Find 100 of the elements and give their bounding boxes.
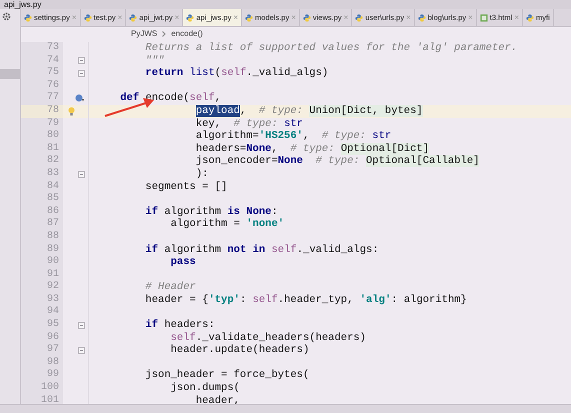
docstring: """	[145, 54, 164, 67]
settings-icon[interactable]	[2, 12, 11, 21]
code-text: headers=	[196, 142, 246, 155]
string-literal: 'HS256'	[258, 130, 303, 142]
code-text: ._validate_headers(headers)	[196, 332, 366, 344]
selected-text: payload	[196, 104, 240, 117]
line-number: 75	[21, 67, 63, 80]
comment: # Header	[145, 281, 196, 294]
code-text: :	[271, 206, 278, 218]
line-number: 98	[21, 356, 63, 370]
code-text: header,	[196, 394, 240, 407]
code-text: algorithm	[164, 244, 222, 256]
string-literal: 'none'	[246, 218, 284, 230]
code-text: encode(	[145, 92, 190, 104]
line-number: 85	[21, 193, 63, 206]
line-number: 92	[21, 281, 63, 294]
code-text: (	[214, 67, 222, 80]
fold-marker-icon[interactable]	[78, 70, 85, 77]
code-text: header.update(headers)	[170, 344, 310, 356]
code-text: :	[240, 294, 246, 306]
line-number: 94	[21, 306, 63, 320]
line-number: 96	[21, 332, 63, 344]
line-number: 78	[21, 104, 63, 118]
line-number: 81	[21, 142, 63, 156]
code-text: json.dumps(	[170, 382, 240, 394]
python-file-icon	[355, 14, 364, 22]
self-keyword: self	[221, 67, 246, 80]
breadcrumb-item[interactable]: PyJWS	[131, 29, 158, 38]
fold-marker-icon[interactable]	[78, 347, 85, 354]
python-file-icon	[84, 14, 92, 22]
line-number: 95	[21, 319, 63, 332]
line-number: 76	[21, 80, 63, 92]
line-number: 90	[21, 256, 63, 269]
code-text: .header_typ,	[278, 294, 354, 306]
code-text: ,	[240, 104, 246, 117]
keyword: None	[246, 142, 272, 155]
code-text: header = {	[145, 294, 208, 306]
keyword: if	[145, 206, 158, 218]
type-comment: # type:	[258, 104, 303, 117]
code-text: json_encoder=	[196, 155, 278, 168]
self-keyword: self	[252, 294, 278, 306]
html-file-icon	[480, 14, 488, 22]
self-keyword: self	[190, 92, 215, 104]
python-file-icon	[302, 14, 311, 22]
line-number: 73	[21, 42, 63, 55]
keyword: return	[145, 67, 184, 80]
line-number: 93	[21, 294, 63, 306]
chevron-icon	[162, 30, 166, 36]
builtin-name: str	[284, 118, 303, 130]
python-file-icon	[129, 14, 138, 22]
keyword: pass	[170, 256, 196, 268]
line-number: 99	[21, 369, 63, 382]
type-comment: # type:	[290, 142, 334, 155]
line-number: 89	[21, 244, 63, 256]
self-keyword: self	[170, 332, 196, 344]
line-number: 100	[21, 382, 63, 395]
code-text: algorithm=	[196, 130, 259, 142]
line-number: 84	[21, 180, 63, 194]
python-file-icon	[186, 14, 194, 22]
line-number: 86	[21, 206, 63, 218]
line-number: 97	[21, 344, 63, 357]
code-text: ):	[196, 168, 208, 180]
line-number: 80	[21, 130, 63, 143]
line-number: 87	[21, 218, 63, 231]
window-title: api_jws.py	[0, 0, 571, 9]
python-file-icon	[418, 14, 426, 22]
line-number: 91	[21, 268, 63, 282]
line-number: 77	[21, 92, 63, 105]
line-number: 79	[21, 118, 63, 130]
builtin-name: str	[372, 130, 392, 142]
code-text: algorithm =	[170, 218, 240, 230]
fold-marker-icon[interactable]	[78, 57, 85, 64]
line-number: 82	[21, 155, 63, 168]
code-text: algorithm	[164, 206, 222, 218]
keyword: if	[145, 319, 158, 332]
code-text: ,	[271, 142, 278, 155]
keyword: None	[278, 155, 303, 168]
code-text: : algorithm}	[391, 294, 467, 306]
code-text: ,	[214, 92, 222, 104]
string-literal: 'alg'	[360, 294, 392, 306]
line-number: 88	[21, 230, 63, 244]
code-text: segments = []	[145, 180, 228, 193]
fold-marker-icon[interactable]	[78, 322, 85, 329]
override-marker-icon[interactable]	[75, 94, 85, 104]
code-text: key,	[196, 118, 222, 130]
lightbulb-icon[interactable]	[68, 106, 75, 116]
type-hint: Optional[Dict]	[340, 142, 430, 155]
fold-marker-icon[interactable]	[78, 170, 85, 178]
self-keyword: self	[272, 244, 297, 256]
breadcrumb-item[interactable]: encode()	[171, 29, 203, 38]
python-file-icon	[245, 14, 254, 22]
code-text: ,	[302, 130, 310, 142]
python-file-icon	[24, 14, 32, 22]
line-number: 83	[21, 168, 63, 181]
keyword: is None	[227, 206, 272, 218]
builtin-name: list	[190, 67, 215, 80]
keyword: if	[145, 244, 158, 256]
type-hint: Union[Dict, bytes]	[309, 104, 423, 117]
type-hint: Optional[Callable]	[366, 155, 480, 168]
code-text: json_header = force_bytes(	[145, 369, 310, 382]
